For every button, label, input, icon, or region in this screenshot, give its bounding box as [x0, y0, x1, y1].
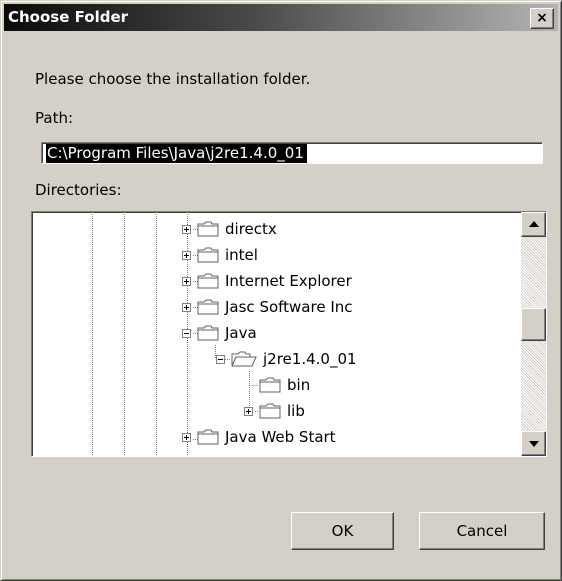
- ok-button[interactable]: OK: [291, 512, 394, 550]
- title-bar[interactable]: Choose Folder ×: [4, 4, 558, 31]
- directories-label: Directories:: [35, 181, 122, 199]
- tree-item[interactable]: directx: [182, 216, 277, 242]
- expand-plus-icon[interactable]: [182, 250, 191, 260]
- folder-icon: [197, 299, 219, 315]
- arrow-up-icon: [529, 221, 539, 227]
- tree-item[interactable]: Jasc Software Inc: [182, 294, 353, 320]
- folder-icon: [259, 377, 281, 393]
- expand-plus-icon[interactable]: [182, 224, 191, 234]
- expand-plus-icon[interactable]: [182, 432, 191, 442]
- tree-item-label: intel: [225, 246, 258, 264]
- close-icon: ×: [536, 10, 548, 26]
- expand-plus-icon[interactable]: [182, 276, 191, 286]
- folder-icon: [197, 221, 219, 237]
- tree-item-label: lib: [287, 402, 305, 420]
- tree-item-label: directx: [225, 220, 277, 238]
- tree-item-label: Jasc Software Inc: [225, 298, 353, 316]
- expand-plus-icon[interactable]: [244, 406, 253, 416]
- path-label: Path:: [35, 109, 74, 127]
- choose-folder-dialog: Choose Folder × Please choose the instal…: [0, 0, 562, 581]
- collapse-minus-icon[interactable]: [216, 354, 225, 364]
- collapse-minus-icon[interactable]: [182, 328, 191, 338]
- folder-icon: [197, 325, 219, 341]
- expand-plus-icon[interactable]: [182, 302, 191, 312]
- tree-item-label: Java Web Start: [225, 428, 336, 446]
- close-button[interactable]: ×: [530, 8, 554, 29]
- open-folder-icon: [231, 351, 257, 367]
- arrow-down-icon: [529, 441, 539, 447]
- tree-item[interactable]: Java: [182, 320, 257, 346]
- folder-icon: [197, 429, 219, 445]
- tree-item[interactable]: bin: [244, 372, 310, 398]
- tree-item[interactable]: j2re1.4.0_01: [216, 346, 357, 372]
- path-input[interactable]: C:\Program Files\Java\j2re1.4.0_01: [41, 142, 543, 164]
- directory-tree[interactable]: directx intel Internet Explorer Jasc Softwa…: [31, 211, 547, 457]
- vertical-scrollbar[interactable]: [521, 212, 546, 456]
- tree-item-label: bin: [287, 376, 311, 394]
- path-input-value: C:\Program Files\Java\j2re1.4.0_01: [46, 144, 307, 163]
- tree-item-label: Java: [225, 324, 257, 342]
- tree-item-label: Internet Explorer: [225, 272, 352, 290]
- scroll-up-button[interactable]: [521, 212, 546, 237]
- tree-item[interactable]: lib: [244, 398, 305, 424]
- folder-icon: [197, 273, 219, 289]
- folder-icon: [197, 247, 219, 263]
- cancel-button[interactable]: Cancel: [419, 512, 545, 550]
- tree-item[interactable]: Java Web Start: [182, 424, 336, 450]
- instruction-text: Please choose the installation folder.: [35, 70, 311, 88]
- scroll-down-button[interactable]: [521, 431, 546, 456]
- tree-item-label: j2re1.4.0_01: [263, 350, 357, 368]
- dialog-title: Choose Folder: [8, 8, 129, 26]
- folder-icon: [259, 403, 281, 419]
- scroll-thumb[interactable]: [521, 308, 546, 341]
- tree-item[interactable]: intel: [182, 242, 258, 268]
- tree-item[interactable]: Internet Explorer: [182, 268, 352, 294]
